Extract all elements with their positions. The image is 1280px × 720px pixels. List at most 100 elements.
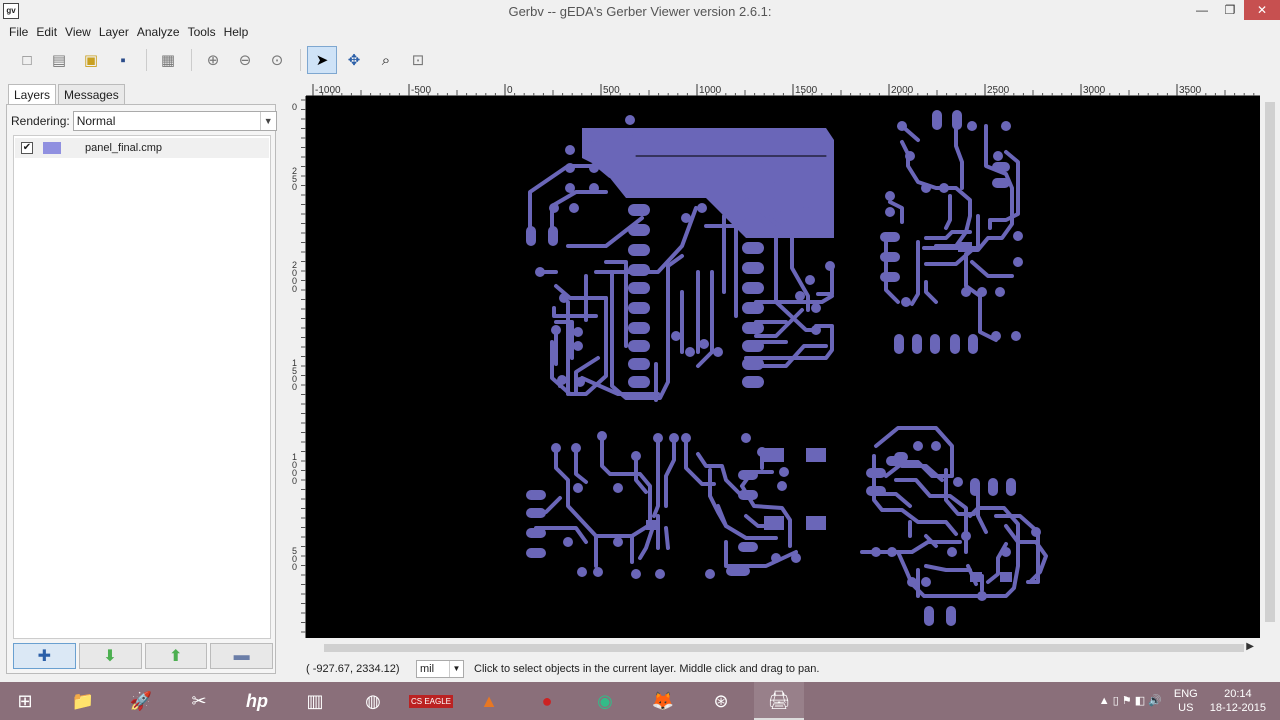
- save-icon[interactable]: ▪: [108, 46, 138, 74]
- ruler-label: -1000: [315, 85, 341, 96]
- toolbar-separator: [146, 49, 147, 71]
- menu-edit[interactable]: Edit: [32, 22, 61, 42]
- clock[interactable]: 20:14 18-12-2015: [1210, 687, 1266, 715]
- tray-icons[interactable]: ▲ ▯ ⚑ ◧ 🔊: [1099, 694, 1162, 708]
- board-4-traces: [860, 426, 1048, 598]
- folder-icon: 📁: [71, 690, 95, 711]
- gerber-canvas[interactable]: [306, 96, 1260, 638]
- menu-view[interactable]: View: [61, 22, 95, 42]
- rendering-select[interactable]: Normal ▼: [72, 111, 277, 131]
- scroll-right-arrow[interactable]: ▶: [1246, 641, 1254, 652]
- ruler-label: 0: [292, 284, 297, 294]
- taskbar-hp[interactable]: hp: [232, 682, 282, 720]
- status-bar: ( -927.67, 2334.12) mil ▼ Click to selec…: [0, 658, 1280, 680]
- ruler-label: 2000: [891, 85, 914, 96]
- system-tray: ▲ ▯ ⚑ ◧ 🔊 ENG US 20:14 18-12-2015: [1093, 682, 1280, 720]
- horizontal-ruler: -1000 -500 0 500 1000 1500 2000 2500 3000 3500: [306, 82, 1264, 96]
- measure-tool-icon[interactable]: ⊡: [403, 46, 433, 74]
- drawing-area: -1000 -500 0 500 1000 1500 2000 2500 3000 3500 02…: [290, 82, 1264, 638]
- vertical-scrollbar[interactable]: [1260, 96, 1280, 638]
- taskbar-app-9[interactable]: ●: [522, 682, 572, 720]
- chevron-down-icon: ▼: [259, 112, 276, 130]
- ruler-label: 0: [507, 85, 513, 96]
- window-title: Gerbv -- gEDA's Gerber Viewer version 2.…: [508, 4, 772, 19]
- revert-icon[interactable]: ▣: [76, 46, 106, 74]
- scissors-icon: ✂: [191, 690, 207, 711]
- layer-list: ✔ panel_final.cmp: [13, 135, 271, 639]
- language-code: ENG: [1173, 688, 1198, 700]
- taskbar-eagle[interactable]: CS EAGLE: [406, 682, 456, 720]
- toolbar-separator: [191, 49, 192, 71]
- taskbar-app-rocket[interactable]: 🚀: [116, 682, 166, 720]
- ruler-label: 3500: [1179, 85, 1202, 96]
- open-project-icon[interactable]: ▤: [44, 46, 74, 74]
- hp-icon: hp: [246, 690, 268, 711]
- ruler-label: 0: [292, 562, 297, 572]
- taskbar-obs[interactable]: ⊛: [696, 682, 746, 720]
- taskbar-firefox[interactable]: 🦊: [638, 682, 688, 720]
- tab-messages[interactable]: Messages: [58, 84, 125, 105]
- rendering-label: Rendering:: [11, 114, 70, 128]
- pointer-tool-icon[interactable]: ➤: [307, 46, 337, 74]
- toolbar: □ ▤ ▣ ▪ ▦ ⊕ ⊖ ⊙ ➤ ✥ ⌕ ⊡: [0, 44, 1280, 76]
- new-project-icon[interactable]: □: [12, 46, 42, 74]
- horizontal-scroll-thumb[interactable]: [324, 644, 1244, 652]
- pan-tool-icon[interactable]: ✥: [339, 46, 369, 74]
- menu-tools[interactable]: Tools: [184, 22, 220, 42]
- menu-bar: File Edit View Layer Analyze Tools Help: [0, 22, 1280, 42]
- zoom-in-icon[interactable]: ⊕: [198, 46, 228, 74]
- clock-date: 18-12-2015: [1209, 702, 1266, 714]
- vertical-ruler: 0250200015001000500: [290, 96, 306, 638]
- zoom-fit-icon[interactable]: ⊙: [262, 46, 292, 74]
- tab-body: Rendering: Normal ▼ ✔ panel_final.cmp ✚ …: [6, 104, 277, 674]
- ruler-label: 3000: [1083, 85, 1106, 96]
- menu-help[interactable]: Help: [220, 22, 253, 42]
- ruler-label: 0: [292, 102, 297, 112]
- layer-color-swatch[interactable]: [43, 142, 61, 154]
- obs-icon: ⊛: [713, 690, 729, 711]
- pcb-layout: [526, 110, 1048, 626]
- matlab-icon: ▲: [480, 690, 498, 711]
- title-bar: gv Gerbv -- gEDA's Gerber Viewer version…: [0, 0, 1280, 22]
- start-button[interactable]: ⊞: [0, 682, 50, 720]
- gerbv-icon: 🖨: [767, 689, 791, 710]
- ruler-label: 0: [292, 476, 297, 486]
- app-icon: ●: [541, 690, 553, 711]
- tab-layers[interactable]: Layers: [8, 84, 57, 105]
- unit-select[interactable]: mil ▼: [416, 660, 464, 678]
- unit-value: mil: [420, 663, 435, 675]
- app-icon: ◍: [365, 690, 381, 711]
- taskbar-matlab[interactable]: ▲: [464, 682, 514, 720]
- zoom-tool-icon[interactable]: ⌕: [371, 46, 401, 74]
- layer-row[interactable]: ✔ panel_final.cmp: [15, 138, 269, 158]
- print-icon[interactable]: ▦: [153, 46, 183, 74]
- taskbar-app-6[interactable]: ◍: [348, 682, 398, 720]
- maximize-button[interactable]: ❐: [1216, 0, 1244, 20]
- horizontal-scrollbar[interactable]: ▶: [306, 640, 1260, 656]
- zoom-out-icon[interactable]: ⊖: [230, 46, 260, 74]
- vertical-scroll-thumb[interactable]: [1265, 102, 1275, 622]
- taskbar-snipping-tool[interactable]: ✂: [174, 682, 224, 720]
- sidebar-tabs: Layers Messages: [8, 84, 127, 105]
- layers-panel: Layers Messages Rendering: Normal ▼ ✔ pa…: [4, 82, 278, 678]
- language-indicator[interactable]: ENG US: [1174, 687, 1198, 715]
- menu-analyze[interactable]: Analyze: [133, 22, 184, 42]
- taskbar-file-explorer[interactable]: 📁: [58, 682, 108, 720]
- horizontal-ruler-svg: -1000 -500 0 500 1000 1500 2000 2500 3000 3500: [312, 84, 1264, 96]
- taskbar-gerbv[interactable]: 🖨: [754, 682, 804, 720]
- close-button[interactable]: ✕: [1244, 0, 1280, 20]
- menu-file[interactable]: File: [5, 22, 32, 42]
- taskbar-chrome[interactable]: ◉: [580, 682, 630, 720]
- taskbar-app-5[interactable]: ▥: [290, 682, 340, 720]
- ruler-label: 1500: [795, 85, 818, 96]
- layer-visible-checkbox[interactable]: ✔: [21, 142, 33, 154]
- ruler-label: 500: [603, 85, 620, 96]
- chrome-icon: ◉: [597, 690, 613, 711]
- menu-layer[interactable]: Layer: [95, 22, 133, 42]
- region-code: US: [1178, 702, 1194, 714]
- vertical-ruler-svg: 0250200015001000500: [292, 99, 306, 633]
- chevron-down-icon: ▼: [449, 661, 463, 677]
- status-message: Click to select objects in the current l…: [474, 663, 820, 675]
- rocket-icon: 🚀: [129, 690, 153, 711]
- minimize-button[interactable]: —: [1188, 0, 1216, 20]
